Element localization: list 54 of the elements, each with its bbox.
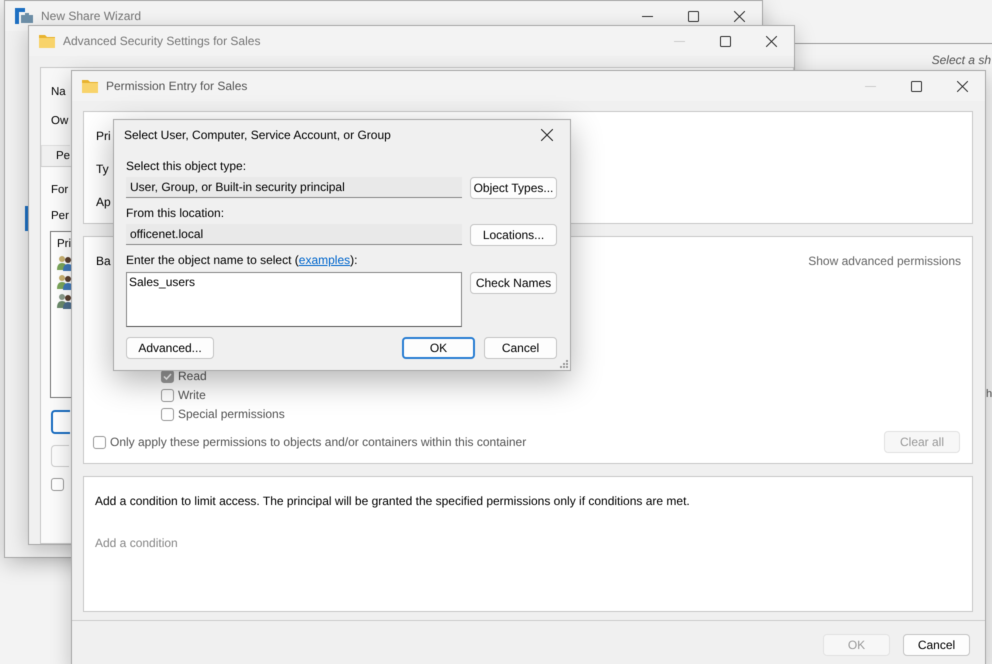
close-icon[interactable]: [734, 10, 744, 22]
checkbox-label: Only apply these permissions to objects and/or containers within this container: [110, 435, 526, 449]
check-icon: [163, 372, 172, 380]
window-title: New Share Wizard: [41, 9, 142, 23]
object-type-field: User, Group, or Built-in security principal: [126, 177, 462, 198]
field-label: Select this object type:: [126, 158, 246, 174]
object-types-button[interactable]: Object Types...: [470, 177, 557, 199]
cancel-button[interactable]: Cancel: [903, 634, 970, 656]
permissions-label: Per: [51, 209, 69, 224]
condition-description: Add a condition to limit access. The principal will be granted the specified permissions only if conditions are met.: [95, 493, 690, 509]
checkbox-label: Special permissions: [178, 407, 285, 421]
maximize-icon[interactable]: [910, 80, 922, 92]
maximize-icon[interactable]: [688, 10, 698, 22]
checkbox-label: Write: [178, 388, 206, 402]
add-button[interactable]: [51, 410, 70, 434]
checkbox[interactable]: [51, 478, 64, 491]
column-header: Pri: [57, 237, 72, 252]
field-label: From this location:: [126, 205, 224, 221]
text-fragment: h: [986, 388, 992, 400]
check-names-button[interactable]: Check Names: [470, 272, 557, 294]
close-icon[interactable]: [766, 36, 776, 46]
hint-text: Select a sh: [932, 53, 991, 67]
applies-label: Ap: [96, 194, 111, 210]
object-name-label: Enter the object name to select (examples):: [126, 252, 358, 268]
cancel-button[interactable]: Cancel: [484, 337, 557, 359]
permissions-tab[interactable]: Pe: [41, 145, 70, 166]
advanced-button[interactable]: Advanced...: [126, 337, 214, 359]
folder-icon: [39, 34, 55, 48]
type-label: Ty: [96, 161, 109, 177]
add-condition-link[interactable]: Add a condition: [95, 535, 178, 551]
checkbox-label: Read: [178, 369, 207, 383]
close-icon[interactable]: [541, 129, 553, 141]
maximize-icon[interactable]: [720, 36, 730, 46]
name-label: Na: [51, 85, 66, 100]
locations-button[interactable]: Locations...: [470, 224, 557, 246]
wizard-icon: [15, 8, 33, 24]
location-field: officenet.local: [126, 224, 462, 245]
folder-icon: [82, 79, 98, 93]
checkbox[interactable]: [161, 408, 174, 420]
owner-label: Ow: [51, 114, 68, 129]
checkbox[interactable]: [93, 436, 106, 448]
dialog-title: Select User, Computer, Service Account, or Group: [124, 128, 392, 142]
principal-label: Pri: [96, 128, 111, 144]
window-title: Advanced Security Settings for Sales: [63, 34, 262, 48]
object-name-field[interactable]: Sales_users: [126, 272, 462, 327]
for-label: For: [51, 183, 68, 198]
show-advanced-link[interactable]: Show advanced permissions: [808, 254, 961, 268]
checkbox[interactable]: [161, 388, 174, 402]
examples-link[interactable]: examples: [298, 253, 350, 267]
window-title: Permission Entry for Sales: [106, 79, 248, 93]
close-icon[interactable]: [956, 80, 968, 92]
resize-grip-icon[interactable]: [560, 360, 568, 368]
ok-button[interactable]: OK: [402, 337, 475, 359]
basic-permissions-label: Ba: [96, 253, 111, 269]
